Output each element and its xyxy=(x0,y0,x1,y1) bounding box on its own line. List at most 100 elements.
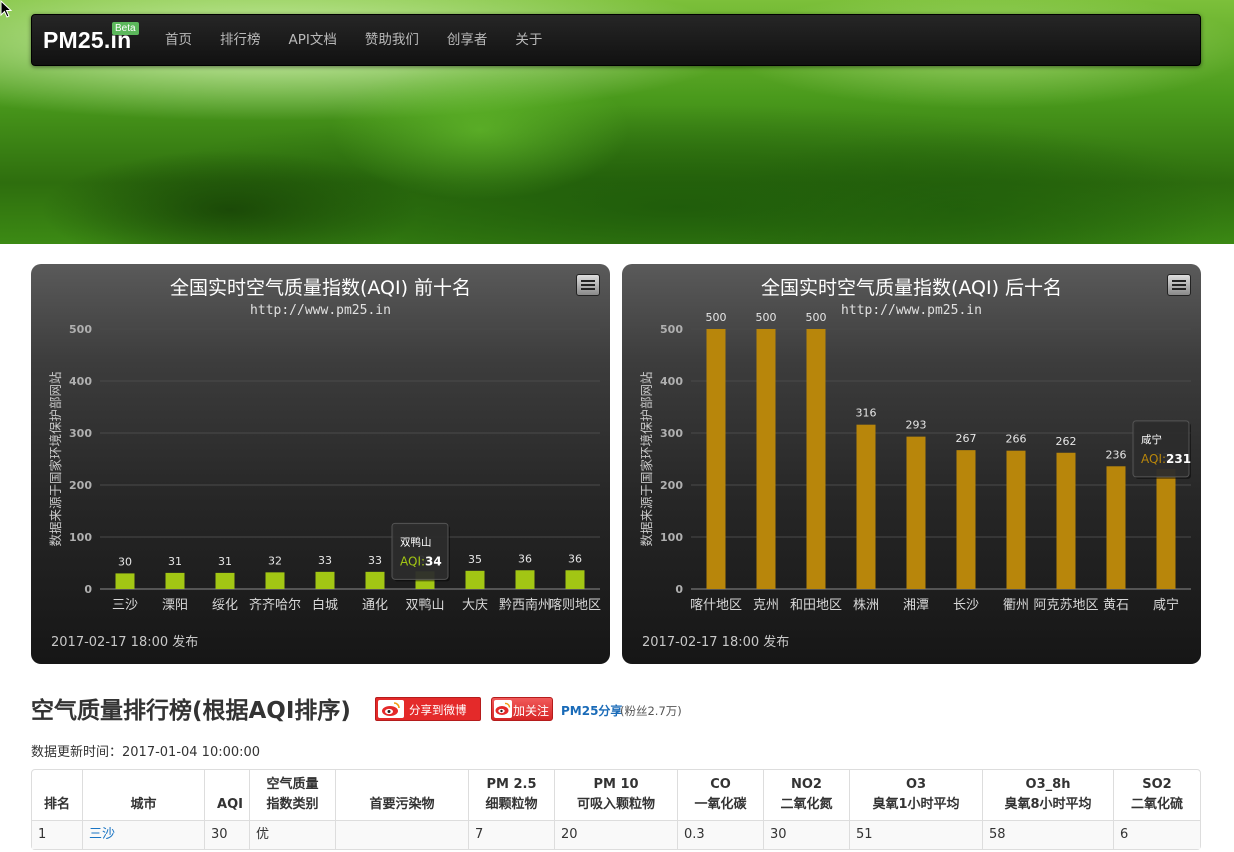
ranking-table: 排名 城市 AQI 空气质量 指数类别 首要污染物 PM 2.5 细颗粒物 PM 1… xyxy=(31,769,1201,850)
y-tick-label: 400 xyxy=(660,375,683,388)
cell-so2: 6 xyxy=(1113,820,1200,849)
nav-item-creators[interactable]: 创享者 xyxy=(433,15,502,67)
share-to-weibo-button[interactable]: 分享到微博 xyxy=(375,697,481,721)
account-link[interactable]: PM25分享 xyxy=(561,702,622,719)
cell-aqi: 30 xyxy=(204,820,249,849)
beta-badge: Beta xyxy=(112,22,139,35)
x-tick-label: 喀什地区 xyxy=(690,597,742,613)
bar xyxy=(1056,452,1076,589)
data-label: 33 xyxy=(368,554,382,567)
update-time: 数据更新时间：2017-01-04 10:00:00 xyxy=(31,745,261,760)
cell-o3: 51 xyxy=(849,820,982,849)
data-label: 262 xyxy=(1056,435,1077,448)
x-tick-label: 大庆 xyxy=(462,598,488,613)
cell-city: 三沙 xyxy=(82,820,204,849)
share-label: 分享到微博 xyxy=(409,703,467,717)
bar xyxy=(1156,468,1176,589)
data-label: 31 xyxy=(218,555,232,568)
bar xyxy=(956,450,976,589)
cell-o3-8h: 58 xyxy=(982,820,1113,849)
chart-title: 全国实时空气质量指数(AQI) 后十名 xyxy=(761,277,1062,299)
x-tick-label: 喀则地区 xyxy=(549,597,601,613)
bar xyxy=(515,570,535,589)
y-tick-label: 500 xyxy=(660,323,683,336)
bar xyxy=(465,570,485,589)
nav-item-api-docs[interactable]: API文档 xyxy=(275,15,351,67)
x-tick-label: 和田地区 xyxy=(790,598,842,613)
x-tick-label: 绥化 xyxy=(212,598,238,613)
x-tick-label: 白城 xyxy=(312,597,338,613)
bar xyxy=(315,571,335,589)
cell-co: 0.3 xyxy=(677,820,763,849)
col-header-primary-pollutant: 首要污染物 xyxy=(335,770,468,820)
cell-primary-pollutant xyxy=(335,820,468,849)
chart-menu-button[interactable] xyxy=(576,274,600,296)
bar xyxy=(756,329,776,589)
x-tick-label: 株洲 xyxy=(853,598,879,613)
cell-no2: 30 xyxy=(763,820,849,849)
nav-item-ranking[interactable]: 排行榜 xyxy=(206,15,275,67)
tooltip xyxy=(1132,420,1190,478)
fans-count: (粉丝2.7万) xyxy=(620,704,682,718)
follow-button[interactable]: 加关注 xyxy=(491,697,553,721)
x-tick-label: 黔西南州 xyxy=(499,597,551,613)
x-tick-label: 通化 xyxy=(362,598,388,613)
data-label: 236 xyxy=(1106,448,1127,461)
x-tick-label: 克州 xyxy=(753,598,779,613)
data-label: 266 xyxy=(1006,433,1027,446)
cell-pm25: 7 xyxy=(468,820,554,849)
x-tick-label: 长沙 xyxy=(953,598,979,613)
y-tick-label: 100 xyxy=(660,531,683,544)
tooltip-number: 34 xyxy=(425,554,442,568)
x-tick-label: 阿克苏地区 xyxy=(1033,597,1098,613)
bar xyxy=(706,329,726,589)
nav-item-home[interactable]: 首页 xyxy=(151,15,206,67)
bar xyxy=(906,436,926,589)
x-tick-label: 黄石 xyxy=(1103,598,1129,613)
col-header-co: CO 一氧化碳 xyxy=(677,770,763,820)
x-tick-label: 咸宁 xyxy=(1153,597,1179,613)
data-label: 35 xyxy=(468,553,482,566)
tooltip-value: AQI:231 xyxy=(1141,452,1191,466)
tooltip-label: AQI: xyxy=(400,554,425,568)
tooltip-city: 咸宁 xyxy=(1141,433,1162,446)
chart-footer: 2017-02-17 18:00 发布 xyxy=(51,634,198,650)
data-label: 30 xyxy=(118,555,132,568)
data-label: 500 xyxy=(806,311,827,324)
y-tick-label: 200 xyxy=(69,479,92,492)
chart-menu-button[interactable] xyxy=(1167,274,1191,296)
data-label: 31 xyxy=(168,555,182,568)
y-tick-label: 100 xyxy=(69,531,92,544)
table-header-row: 排名 城市 AQI 空气质量 指数类别 首要污染物 PM 2.5 细颗粒物 PM 1… xyxy=(32,770,1200,820)
col-header-pm10: PM 10 可吸入颗粒物 xyxy=(554,770,677,820)
tooltip-city: 双鸭山 xyxy=(400,535,432,548)
data-label: 293 xyxy=(906,419,927,432)
x-tick-label: 齐齐哈尔 xyxy=(249,597,301,613)
tooltip xyxy=(391,522,449,580)
cell-pm10: 20 xyxy=(554,820,677,849)
bar xyxy=(856,424,876,589)
cell-rank: 1 xyxy=(32,820,82,849)
bar xyxy=(265,572,285,589)
nav-menu: 首页 排行榜 API文档 赞助我们 创享者 关于 xyxy=(151,15,556,67)
table-row: 1 三沙 30 优 7 20 0.3 30 51 58 6 xyxy=(32,820,1200,849)
y-tick-label: 300 xyxy=(69,427,92,440)
data-label: 500 xyxy=(706,311,727,324)
nav-item-about[interactable]: 关于 xyxy=(501,15,556,67)
bar xyxy=(365,571,385,589)
y-tick-label: 0 xyxy=(675,583,683,596)
weibo-icon xyxy=(378,700,404,718)
col-header-o3-8h: O3_8h 臭氧8小时平均 xyxy=(982,770,1113,820)
nav-item-sponsor[interactable]: 赞助我们 xyxy=(351,15,433,67)
data-label: 33 xyxy=(318,554,332,567)
tooltip-number: 231 xyxy=(1166,452,1191,466)
weibo-icon xyxy=(494,700,512,718)
city-link[interactable]: 三沙 xyxy=(89,827,115,842)
data-label: 267 xyxy=(956,432,977,445)
chart-footer: 2017-02-17 18:00 发布 xyxy=(642,634,789,650)
bar xyxy=(115,573,135,589)
cell-category: 优 xyxy=(249,820,335,849)
bar xyxy=(806,329,826,589)
chart-title: 全国实时空气质量指数(AQI) 前十名 xyxy=(170,277,471,299)
col-header-category: 空气质量 指数类别 xyxy=(249,770,335,820)
